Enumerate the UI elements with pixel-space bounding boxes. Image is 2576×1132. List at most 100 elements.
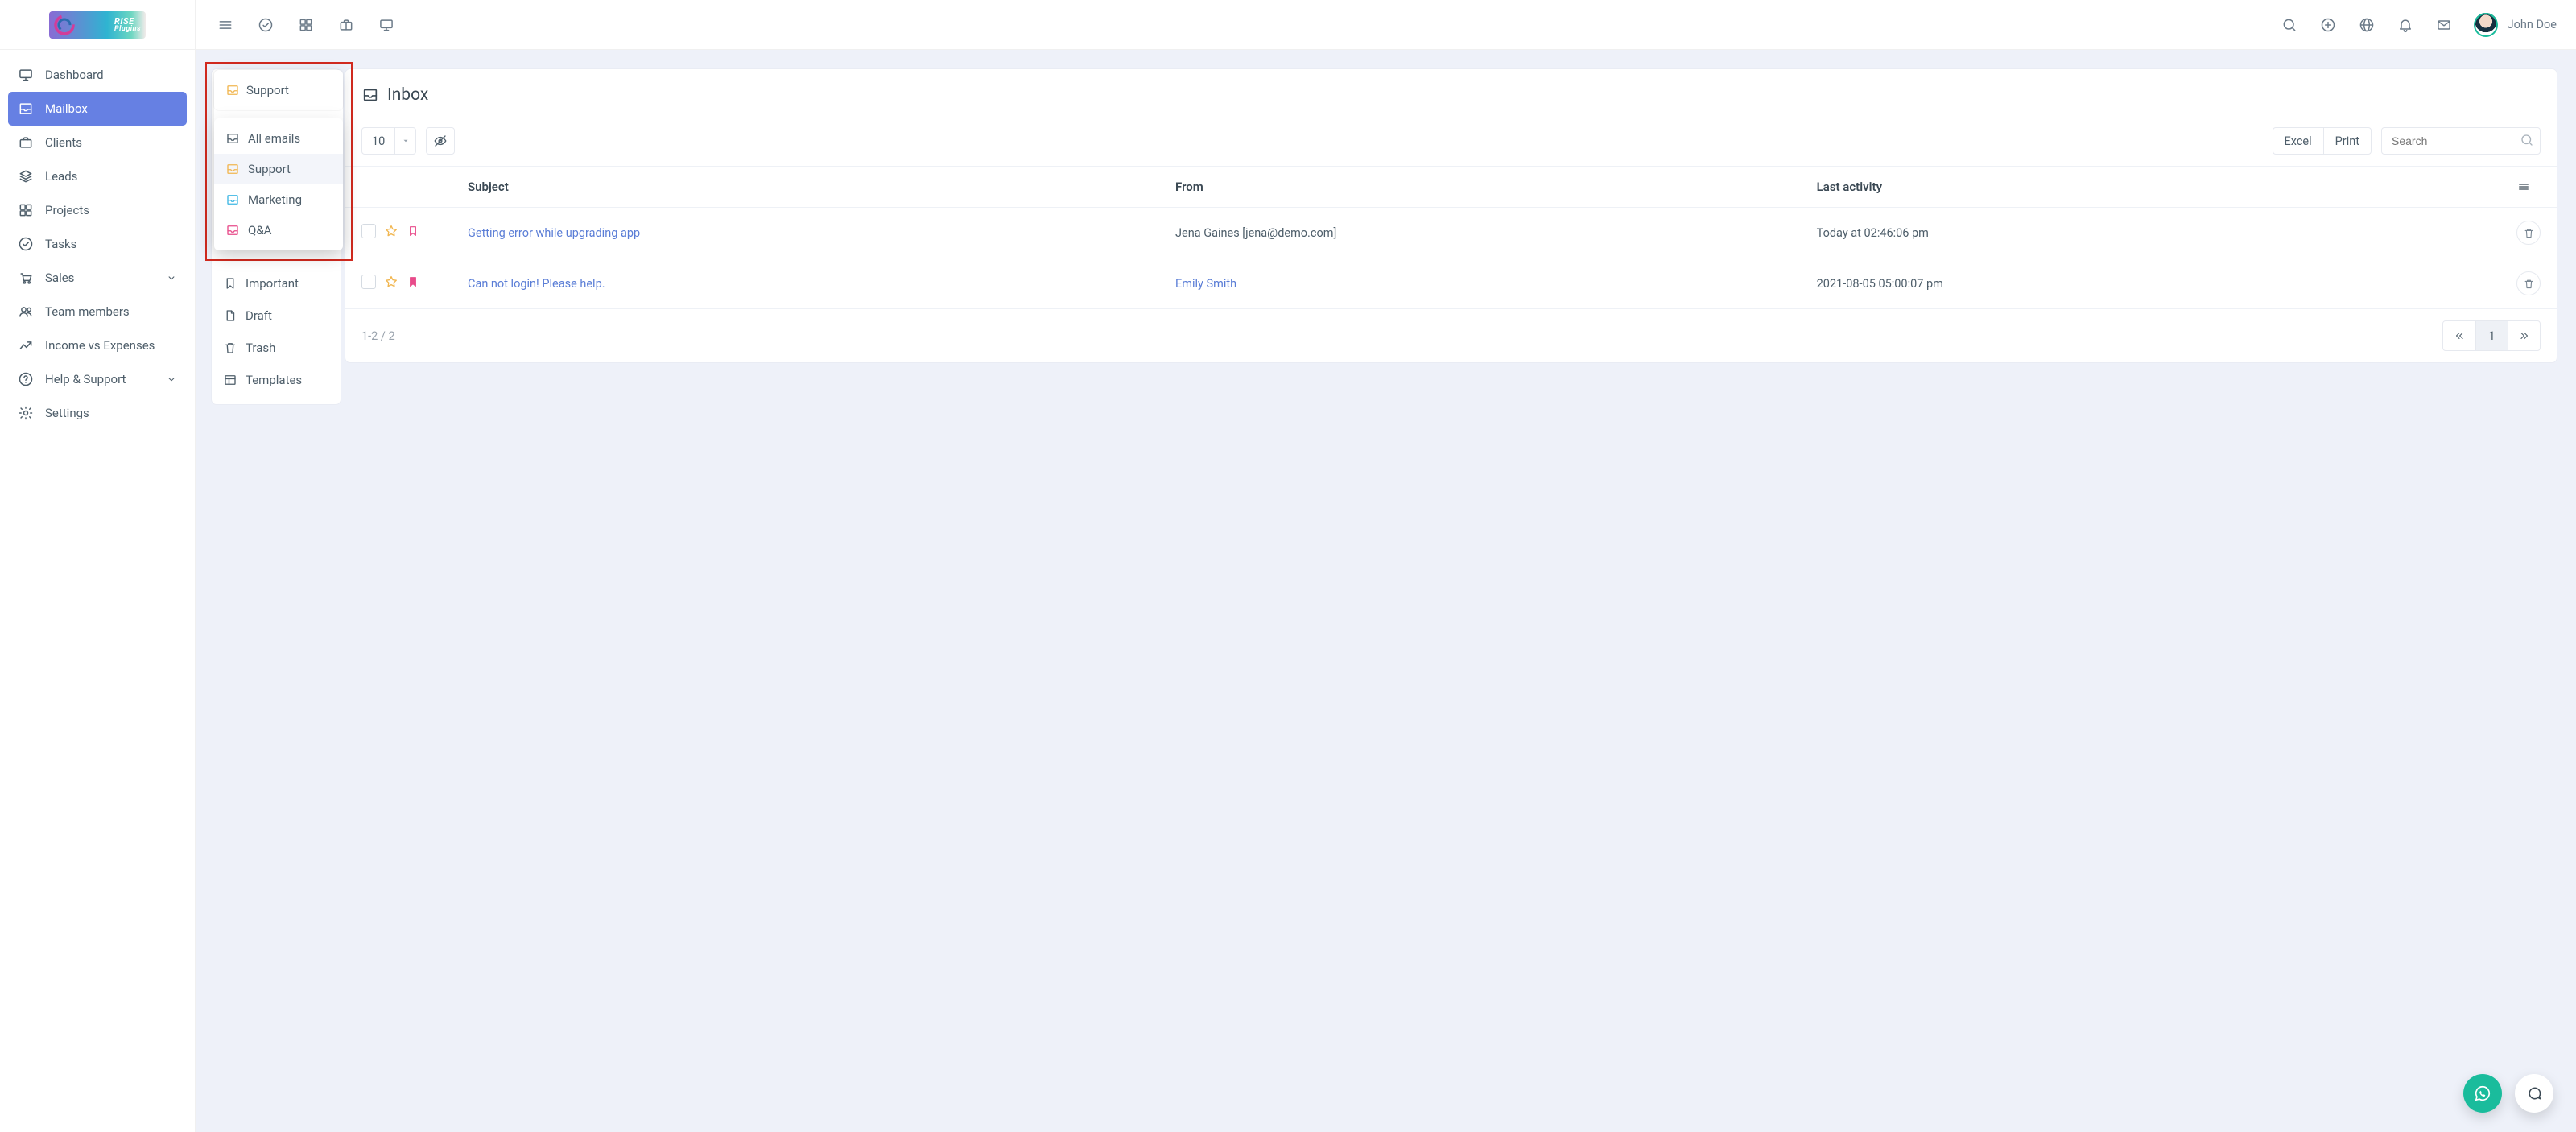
grid-icon [18, 202, 34, 218]
inbox-icon [225, 162, 240, 176]
category-option-label: Marketing [248, 192, 302, 207]
row-checkbox[interactable] [361, 275, 376, 289]
layers-icon [18, 168, 34, 184]
category-option-support[interactable]: Support [214, 154, 343, 184]
inbox-icon [225, 83, 240, 97]
row-last-activity: 2021-08-05 05:00:07 pm [1817, 277, 1943, 291]
sidebar-item-label: Settings [45, 406, 89, 420]
table-row[interactable]: Can not login! Please help. Emily Smith … [345, 258, 2557, 309]
sidebar-item-label: Projects [45, 203, 89, 217]
whatsapp-icon [2474, 1084, 2491, 1102]
category-option-qa[interactable]: Q&A [214, 215, 343, 246]
briefcase-icon[interactable] [337, 16, 355, 34]
sidebar-item-label: Income vs Expenses [45, 338, 155, 353]
add-circle-icon[interactable] [2319, 16, 2337, 34]
brand-logo-image: RISE Plugins [49, 11, 146, 39]
star-icon[interactable] [384, 224, 398, 238]
star-icon[interactable] [384, 275, 398, 289]
inbox-icon [225, 223, 240, 238]
row-last-activity: Today at 02:46:06 pm [1817, 226, 1929, 240]
trending-up-icon [18, 337, 34, 353]
users-icon [18, 304, 34, 320]
sidebar-item-label: Mailbox [45, 101, 88, 116]
row-subject[interactable]: Getting error while upgrading app [468, 226, 640, 240]
sidebar-item-label: Dashboard [45, 68, 104, 82]
folder-label: Important [246, 276, 299, 291]
gear-icon [18, 405, 34, 421]
grid-icon[interactable] [297, 16, 315, 34]
sidebar-item-label: Clients [45, 135, 82, 150]
chevron-down-icon [166, 374, 177, 385]
brand-logo[interactable]: RISE Plugins [0, 0, 196, 50]
chevron-down-icon [166, 272, 177, 283]
inbox-icon [18, 101, 34, 117]
bookmark-icon[interactable] [407, 224, 419, 238]
row-subject[interactable]: Can not login! Please help. [468, 277, 605, 291]
caret-down-icon [394, 128, 415, 154]
monitor-icon[interactable] [378, 16, 395, 34]
category-option-marketing[interactable]: Marketing [214, 184, 343, 215]
sidebar-item-tasks[interactable]: Tasks [8, 227, 187, 261]
sidebar-item-income-expenses[interactable]: Income vs Expenses [8, 328, 187, 362]
col-from[interactable]: From [1166, 167, 1807, 208]
search-input[interactable] [2381, 127, 2541, 155]
inbox-title: Inbox [387, 85, 428, 105]
bell-icon[interactable] [2396, 16, 2414, 34]
whatsapp-fab[interactable] [2463, 1074, 2502, 1113]
folder-label: Draft [246, 308, 272, 323]
col-last-activity[interactable]: Last activity [1807, 167, 2507, 208]
table-row[interactable]: Getting error while upgrading app Jena G… [345, 208, 2557, 258]
search-icon [2520, 133, 2534, 147]
menu-toggle-icon[interactable] [217, 16, 234, 34]
sidebar-item-mailbox[interactable]: Mailbox [8, 92, 187, 126]
globe-icon[interactable] [2358, 16, 2376, 34]
export-print-button[interactable]: Print [2323, 128, 2371, 154]
category-option-label: Q&A [248, 223, 271, 238]
monitor-icon [18, 67, 34, 83]
folder-templates[interactable]: Templates [212, 364, 341, 396]
export-excel-button[interactable]: Excel [2273, 128, 2323, 154]
topbar-left-icons [196, 16, 395, 34]
col-menu[interactable] [2507, 167, 2557, 208]
sidebar-item-label: Leads [45, 169, 77, 184]
brand-line1: RISE [114, 17, 134, 26]
mailbox-category-dropdown: Support All emails Support Marketing Q&A [214, 70, 343, 250]
sidebar-item-clients[interactable]: Clients [8, 126, 187, 159]
folder-important[interactable]: Important [212, 267, 341, 300]
category-selector[interactable]: Support [214, 70, 343, 110]
sidebar-item-team[interactable]: Team members [8, 295, 187, 328]
chevrons-right-icon [2519, 330, 2530, 341]
user-name[interactable]: John Doe [2508, 18, 2557, 31]
check-circle-icon[interactable] [257, 16, 275, 34]
sidebar-item-projects[interactable]: Projects [8, 193, 187, 227]
search-icon[interactable] [2281, 16, 2298, 34]
check-circle-icon [18, 236, 34, 252]
category-option-all[interactable]: All emails [214, 123, 343, 154]
delete-button[interactable] [2516, 271, 2541, 295]
bookmark-filled-icon[interactable] [407, 275, 419, 289]
inbox-table: Subject From Last activity Getting [345, 167, 2557, 309]
mail-icon[interactable] [2435, 16, 2453, 34]
visibility-toggle-button[interactable] [426, 127, 455, 155]
help-circle-icon [18, 371, 34, 387]
folder-trash[interactable]: Trash [212, 332, 341, 364]
sidebar-item-dashboard[interactable]: Dashboard [8, 58, 187, 92]
page-size-select[interactable]: 10 [361, 127, 416, 155]
delete-button[interactable] [2516, 221, 2541, 245]
export-group: Excel Print [2273, 127, 2372, 155]
sidebar-item-leads[interactable]: Leads [8, 159, 187, 193]
user-avatar[interactable] [2474, 13, 2498, 37]
pager-next[interactable] [2508, 321, 2540, 350]
col-subject[interactable]: Subject [458, 167, 1166, 208]
sidebar-item-sales[interactable]: Sales [8, 261, 187, 295]
brand-swirl-icon [54, 14, 75, 35]
sidebar-item-settings[interactable]: Settings [8, 396, 187, 430]
pager-prev[interactable] [2443, 321, 2475, 350]
folder-draft[interactable]: Draft [212, 300, 341, 332]
row-from[interactable]: Emily Smith [1175, 277, 1236, 291]
chat-fab[interactable] [2515, 1074, 2553, 1113]
bookmark-icon [223, 276, 237, 291]
sidebar-item-help[interactable]: Help & Support [8, 362, 187, 396]
row-checkbox[interactable] [361, 224, 376, 238]
pager-page[interactable]: 1 [2475, 321, 2508, 350]
